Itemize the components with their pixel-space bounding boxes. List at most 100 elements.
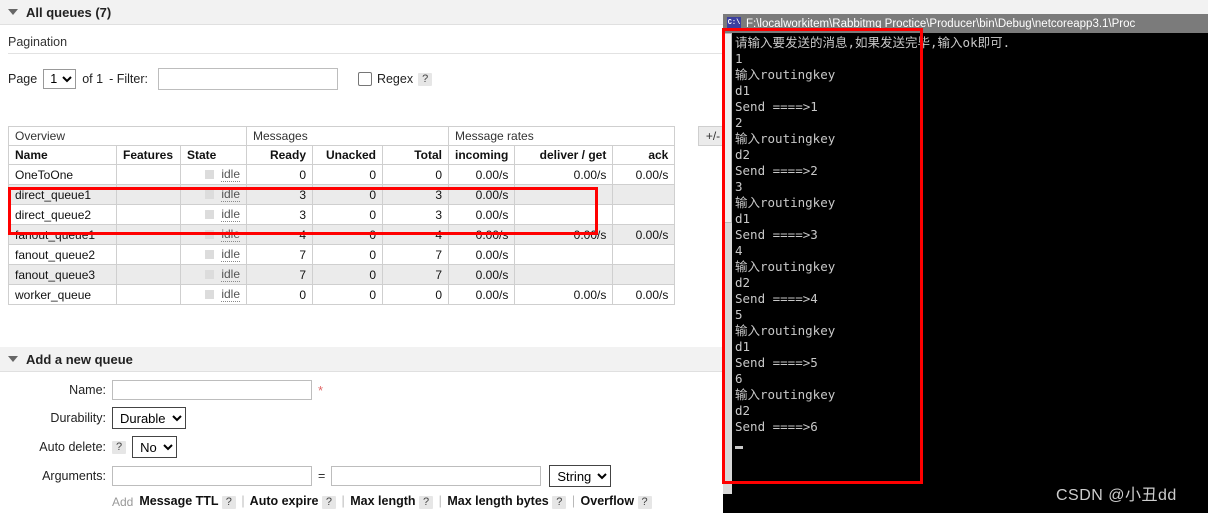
state-swatch-icon: [205, 210, 215, 219]
regex-checkbox[interactable]: [357, 72, 372, 86]
filter-input[interactable]: [157, 68, 338, 90]
queue-ready: 0: [246, 164, 313, 185]
table-group-header-row: Overview Messages Message rates: [8, 126, 676, 146]
queue-unacked: 0: [312, 184, 383, 205]
regex-help-icon[interactable]: ?: [418, 72, 433, 86]
arguments-label: Arguments:: [42, 469, 106, 483]
queue-name-link[interactable]: OneToOne: [8, 164, 117, 185]
table-row[interactable]: fanout_queue2 idle 7 0 7 0.00/s: [8, 244, 676, 265]
queue-total: 7: [382, 244, 449, 265]
table-row[interactable]: fanout_queue3 idle 7 0 7 0.00/s: [8, 264, 676, 285]
table-row[interactable]: fanout_queue1 idle 4 0 4 0.00/s 0.00/s 0.00/s: [8, 224, 676, 245]
console-output[interactable]: 请输入要发送的消息,如果发送完毕,输入ok即可. 1 输入routingkey …: [732, 33, 1208, 494]
queue-total: 3: [382, 204, 449, 225]
argument-presets-row: Add Message TTL ? | Auto expire ? | Max …: [0, 494, 652, 509]
queue-ack-rate: 0.00/s: [612, 224, 676, 245]
column-header-state[interactable]: State: [180, 145, 247, 165]
table-row[interactable]: direct_queue1 idle 3 0 3 0.00/s: [8, 184, 676, 205]
form-row-auto-delete: Auto delete: ? No: [0, 436, 652, 458]
table-row[interactable]: direct_queue2 idle 3 0 3 0.00/s: [8, 204, 676, 225]
argument-value-input[interactable]: [331, 466, 542, 486]
form-row-name: Name: *: [0, 380, 652, 400]
all-queues-title: All queues (7): [26, 4, 112, 20]
console-output-text: 请输入要发送的消息,如果发送完毕,输入ok即可. 1 输入routingkey …: [735, 35, 1011, 434]
group-header-messages: Messages: [246, 126, 449, 146]
column-header-unacked[interactable]: Unacked: [312, 145, 383, 165]
queue-name-link[interactable]: direct_queue1: [8, 184, 117, 205]
page-select[interactable]: 1: [43, 69, 77, 89]
queue-incoming-rate: 0.00/s: [447, 204, 516, 225]
queue-features: [116, 224, 181, 245]
preset-message-ttl[interactable]: Message TTL: [139, 494, 221, 508]
queues-table: Overview Messages Message rates Name Fea…: [8, 126, 676, 305]
auto-delete-select[interactable]: No: [132, 436, 178, 458]
console-window[interactable]: C:\ F:\localworkitem\Rabbitmq Proctice\P…: [723, 14, 1208, 494]
chevron-down-icon[interactable]: [8, 9, 18, 15]
queue-state: idle: [180, 244, 247, 265]
auto-delete-help-icon[interactable]: ?: [112, 440, 127, 454]
queue-name-link[interactable]: fanout_queue2: [8, 244, 117, 265]
queue-name-link[interactable]: worker_queue: [8, 284, 117, 305]
queue-deliver-get-rate: 0.00/s: [514, 284, 614, 305]
table-column-header-row: Name Features State Ready Unacked Total …: [8, 145, 676, 165]
queue-deliver-get-rate: [514, 204, 614, 225]
queue-deliver-get-rate: 0.00/s: [514, 164, 614, 185]
column-header-ack[interactable]: ack: [612, 145, 676, 165]
preset-help-icon[interactable]: ?: [419, 496, 434, 509]
argument-key-input[interactable]: [112, 466, 312, 486]
table-row[interactable]: OneToOne idle 0 0 0 0.00/s 0.00/s 0.00/s: [8, 164, 676, 185]
queue-name-link[interactable]: direct_queue2: [8, 204, 117, 225]
queue-incoming-rate: 0.00/s: [447, 244, 516, 265]
filter-label: - Filter:: [109, 72, 148, 86]
console-scrollbar-thumb[interactable]: [723, 33, 732, 223]
queue-name-link[interactable]: fanout_queue1: [8, 224, 117, 245]
required-asterisk: *: [318, 382, 324, 398]
state-text: idle: [221, 207, 240, 222]
queue-ready: 3: [246, 204, 313, 225]
queue-features: [116, 164, 181, 185]
preset-separator: |: [241, 494, 245, 508]
column-header-deliver-get[interactable]: deliver / get: [514, 145, 614, 165]
queue-deliver-get-rate: [514, 184, 614, 205]
queues-table-body: OneToOne idle 0 0 0 0.00/s 0.00/s 0.00/s direct_…: [8, 164, 676, 305]
preset-help-icon[interactable]: ?: [221, 496, 236, 509]
chevron-down-icon[interactable]: [8, 356, 18, 362]
queue-features: [116, 204, 181, 225]
queue-ready: 7: [246, 264, 313, 285]
add-argument-button[interactable]: Add: [112, 495, 133, 509]
regex-checkbox-group[interactable]: Regex ?: [357, 72, 433, 86]
queue-ack-rate: [612, 264, 676, 285]
preset-help-icon[interactable]: ?: [637, 496, 652, 509]
preset-overflow[interactable]: Overflow: [577, 494, 637, 508]
queue-total: 4: [382, 224, 449, 245]
state-text: idle: [221, 167, 240, 182]
queue-ack-rate: [612, 204, 676, 225]
preset-max-length[interactable]: Max length: [347, 494, 419, 508]
preset-max-length-bytes[interactable]: Max length bytes: [444, 494, 552, 508]
queue-name-input[interactable]: [112, 380, 312, 400]
column-header-total[interactable]: Total: [382, 145, 449, 165]
preset-help-icon[interactable]: ?: [321, 496, 337, 509]
state-swatch-icon: [205, 250, 215, 259]
state-swatch-icon: [205, 270, 215, 279]
queue-unacked: 0: [312, 204, 383, 225]
column-header-features[interactable]: Features: [116, 145, 181, 165]
state-text: idle: [221, 227, 240, 242]
preset-separator: |: [438, 494, 442, 508]
table-row[interactable]: worker_queue idle 0 0 0 0.00/s 0.00/s 0.00/s: [8, 284, 676, 305]
argument-type-select[interactable]: String: [549, 465, 612, 487]
page-label: Page: [8, 72, 38, 86]
column-header-name[interactable]: Name: [8, 145, 117, 165]
durability-select[interactable]: Durable: [112, 407, 186, 429]
queue-name-link[interactable]: fanout_queue3: [8, 264, 117, 285]
console-title-text: F:\localworkitem\Rabbitmq Proctice\Produ…: [746, 17, 1136, 30]
queue-ack-rate: [612, 184, 676, 205]
state-swatch-icon: [205, 290, 215, 299]
queue-ready: 3: [246, 184, 313, 205]
console-titlebar[interactable]: C:\ F:\localworkitem\Rabbitmq Proctice\P…: [723, 14, 1208, 33]
preset-help-icon[interactable]: ?: [552, 496, 567, 509]
watermark: CSDN @小丑dd: [1056, 487, 1177, 504]
column-header-incoming[interactable]: incoming: [447, 145, 516, 165]
preset-auto-expire[interactable]: Auto expire: [247, 494, 322, 508]
column-header-ready[interactable]: Ready: [246, 145, 313, 165]
